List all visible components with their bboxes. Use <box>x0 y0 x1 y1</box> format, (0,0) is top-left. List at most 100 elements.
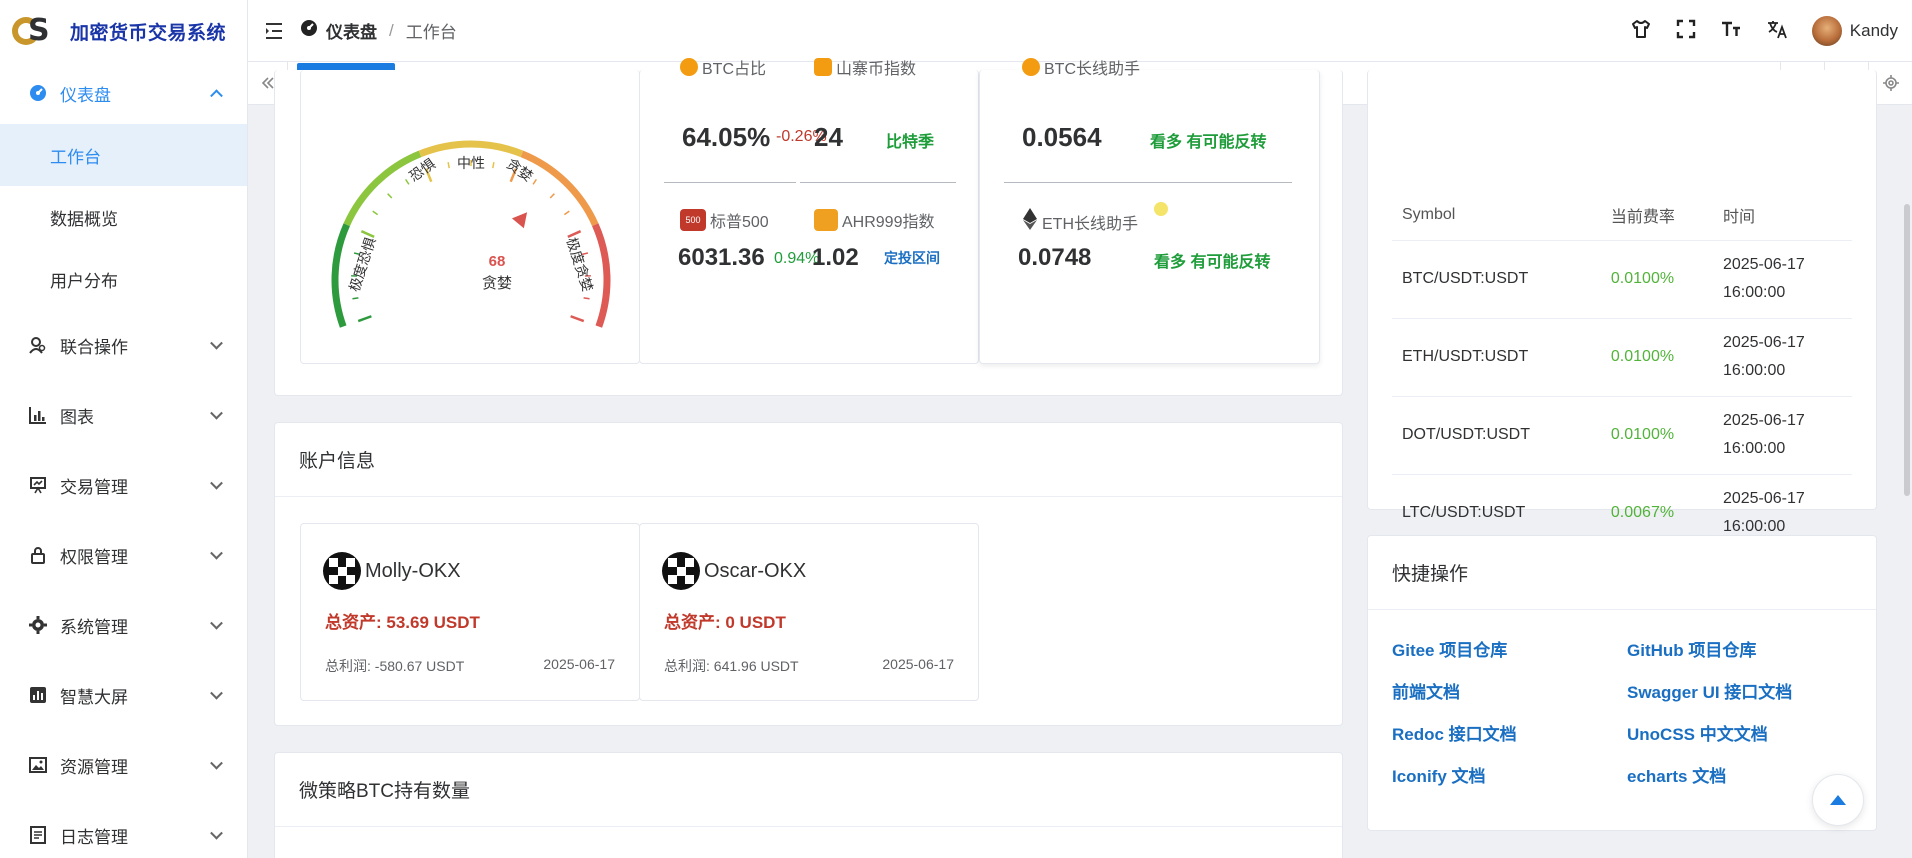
avatar[interactable] <box>1811 16 1842 46</box>
sidebar-item-label: 数据概览 <box>50 209 118 229</box>
gauge-tick <box>532 178 537 185</box>
sidebar-item-permissions[interactable]: 权限管理 <box>0 520 247 590</box>
sidebar-subitem-workbench[interactable]: 工作台 <box>0 124 247 186</box>
font-size-icon[interactable] <box>1720 19 1742 44</box>
sidebar-item-trade-management[interactable]: 交易管理 <box>0 450 247 520</box>
user-name[interactable]: Kandy <box>1850 21 1898 41</box>
lock-icon <box>28 546 48 564</box>
link-swagger-docs[interactable]: Swagger UI 接口文档 <box>1627 678 1862 702</box>
sp500-icon: 500 <box>680 209 706 231</box>
symbol-cell: DOT/USDT:USDT <box>1392 396 1601 475</box>
link-unocss-docs[interactable]: UnoCSS 中文文档 <box>1627 720 1862 744</box>
account-card[interactable]: Oscar-OKX 总资产: 0 USDT 总利润: 641.96 USDT 2… <box>639 523 979 701</box>
sidebar-subitem-user-distribution[interactable]: 用户分布 <box>0 248 247 310</box>
gauge-tick <box>583 297 590 300</box>
gauge-tick <box>372 210 379 216</box>
status-dot-icon <box>1154 202 1168 216</box>
gauge-tick <box>387 193 393 199</box>
sidebar-item-label: 仪表盘 <box>60 85 111 105</box>
eth-long-value: 0.0748 <box>1018 244 1092 271</box>
column-header[interactable]: 时间 <box>1712 190 1852 241</box>
chevron-down-icon <box>210 826 223 840</box>
presentation-icon <box>28 476 48 494</box>
app-logo[interactable]: S 加密货币交易系统 <box>0 0 247 62</box>
quick-links: Gitee 项目仓库 GitHub 项目仓库 前端文档 Swagger UI 接… <box>1392 636 1862 786</box>
time-clock: 16:00:00 <box>1722 518 1786 535</box>
sidebar-item-system[interactable]: 系统管理 <box>0 590 247 660</box>
gauge-status: 贪婪 <box>482 275 512 292</box>
sidebar-item-resources[interactable]: 资源管理 <box>0 730 247 800</box>
menu-fold-icon[interactable] <box>264 20 286 42</box>
rate-cell: 0.0100% <box>1600 318 1713 397</box>
arrow-up-icon <box>1830 795 1846 805</box>
back-to-top-button[interactable] <box>1812 774 1864 826</box>
logo-icon: S <box>12 13 56 49</box>
time-cell: 2025-06-17 16:00:00 <box>1712 318 1852 397</box>
translate-icon[interactable] <box>1766 18 1788 45</box>
sp500-label-text: 标普500 <box>710 214 769 231</box>
gauge-tick <box>570 315 585 323</box>
table-row[interactable]: DOT/USDT:USDT 0.0100% 2025-06-17 16:00:00 <box>1392 396 1852 475</box>
sidebar-item-logs[interactable]: 日志管理 <box>0 800 247 858</box>
table-row[interactable]: BTC/USDT:USDT 0.0100% 2025-06-17 16:00:00 <box>1392 240 1852 319</box>
sidebar-item-label: 工作台 <box>50 147 101 167</box>
gauge-label-extreme-greed: 极度贪婪 <box>563 235 596 293</box>
eth-long-label-text: ETH长线助手 <box>1042 215 1139 233</box>
dashboard-icon <box>28 84 48 102</box>
gold-bars-icon <box>814 209 838 231</box>
table-row[interactable]: ETH/USDT:USDT 0.0100% 2025-06-17 16:00:00 <box>1392 318 1852 397</box>
time-date: 2025-06-17 <box>1722 490 1805 507</box>
link-frontend-docs[interactable]: 前端文档 <box>1392 678 1627 702</box>
account-total: 总资产: 53.69 USDT <box>325 613 480 632</box>
theme-shirt-icon[interactable] <box>1630 18 1652 45</box>
image-icon <box>28 756 48 774</box>
link-gitee-repo[interactable]: Gitee 项目仓库 <box>1392 636 1627 660</box>
sidebar-item-label: 系统管理 <box>60 617 128 637</box>
scrollbar[interactable] <box>1904 204 1910 496</box>
column-header[interactable]: 当前费率 <box>1600 190 1713 241</box>
btc-dominance-label-text: BTC占比 <box>702 61 767 78</box>
eth-long-label: ETH长线助手 <box>1022 208 1138 235</box>
chevron-down-icon <box>210 476 223 490</box>
gauge-tick <box>549 193 555 199</box>
breadcrumb-section[interactable]: 仪表盘 <box>326 18 377 43</box>
time-date: 2025-06-17 <box>1722 412 1805 429</box>
sidebar-item-charts[interactable]: 图表 <box>0 380 247 450</box>
eth-long-tag: 看多 有可能反转 <box>1154 254 1271 271</box>
account-footer: 总利润: 641.96 USDT 2025-06-17 <box>664 656 954 676</box>
sidebar-item-dashboard[interactable]: 仪表盘 <box>0 62 247 124</box>
sidebar-item-joint-ops[interactable]: 联合操作 <box>0 310 247 380</box>
account-total: 总资产: 0 USDT <box>664 613 786 632</box>
account-profit: 总利润: 641.96 USDT <box>664 658 799 674</box>
altcoin-icon <box>814 58 832 76</box>
divider <box>664 182 796 183</box>
column-header[interactable]: Symbol <box>1392 190 1601 241</box>
link-redoc-docs[interactable]: Redoc 接口文档 <box>1392 720 1627 744</box>
time-clock: 16:00:00 <box>1722 284 1786 301</box>
gauge-label-neutral: 中性 <box>457 155 485 171</box>
gauge-value: 68 <box>489 253 506 270</box>
chevron-up-icon <box>210 89 223 103</box>
gauge-pointer <box>511 212 528 229</box>
dashboard-icon <box>300 19 318 42</box>
breadcrumb: 仪表盘 / 工作台 <box>300 18 457 43</box>
link-iconify-docs[interactable]: Iconify 文档 <box>1392 762 1627 786</box>
account-card[interactable]: Molly-OKX 总资产: 53.69 USDT 总利润: -580.67 U… <box>300 523 640 701</box>
gauge-segment <box>520 150 599 227</box>
btc-long-tag: 看多 有可能反转 <box>1150 134 1267 151</box>
sidebar-subitem-overview[interactable]: 数据概览 <box>0 186 247 248</box>
sidebar-item-label: 资源管理 <box>60 757 128 777</box>
sidebar-item-big-screen[interactable]: 智慧大屏 <box>0 660 247 730</box>
time-date: 2025-06-17 <box>1722 256 1805 273</box>
altseason-tag: 比特季 <box>886 134 935 151</box>
fullscreen-icon[interactable] <box>1676 19 1696 44</box>
sidebar: S 加密货币交易系统 仪表盘 工作台 数据概览 用户分布 联合操作 图表 交易管… <box>0 0 248 858</box>
sidebar-item-label: 用户分布 <box>50 271 118 291</box>
screen-chart-icon <box>28 686 48 704</box>
divider <box>800 182 956 183</box>
link-github-repo[interactable]: GitHub 项目仓库 <box>1627 636 1862 660</box>
user-search-icon <box>28 336 48 354</box>
table-header-row: Symbol 当前费率 时间 <box>1392 190 1852 241</box>
breadcrumb-page: 工作台 <box>405 23 457 42</box>
account-name: Oscar-OKX <box>662 552 806 590</box>
